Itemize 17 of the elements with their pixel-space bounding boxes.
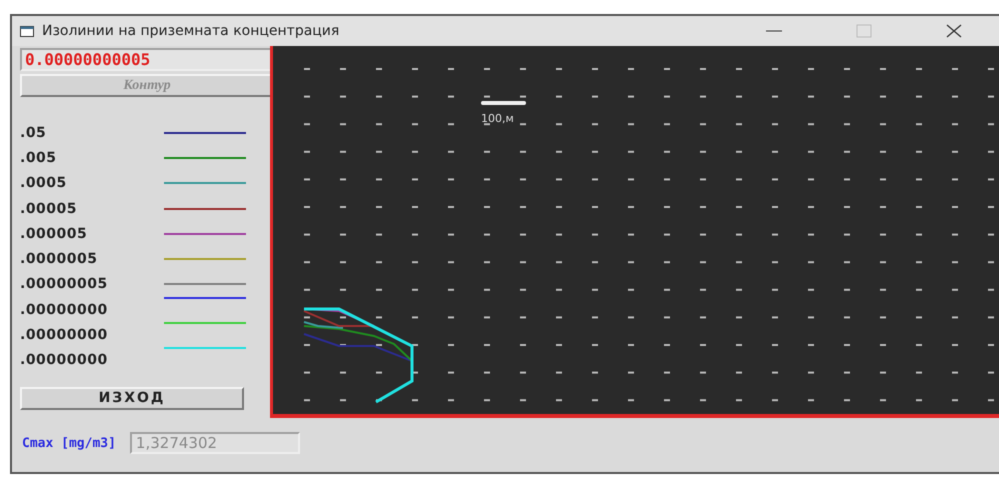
window-icon <box>20 26 34 36</box>
close-icon[interactable] <box>944 23 964 39</box>
legend-label: .05 <box>20 124 48 141</box>
scale-bar <box>481 101 526 105</box>
legend-label: .00000005 <box>20 276 109 292</box>
legend-label: .00000000 <box>20 352 109 368</box>
legend-label: .00000000 <box>20 302 109 318</box>
exit-button[interactable]: ИЗХОД <box>20 386 244 410</box>
legend-label: .0005 <box>20 175 68 192</box>
window-title: Изолинии на приземната концентрация <box>42 23 340 39</box>
cmax-label: Cmax [mg/m3] <box>22 436 116 450</box>
legend-label: .00000000 <box>20 327 109 344</box>
legend-label: .000005 <box>20 226 88 242</box>
legend-label: .005 <box>20 150 58 166</box>
legend-label: .00005 <box>20 200 78 217</box>
scale-label: 100,м <box>481 112 514 125</box>
legend-label: .0000005 <box>20 251 99 268</box>
